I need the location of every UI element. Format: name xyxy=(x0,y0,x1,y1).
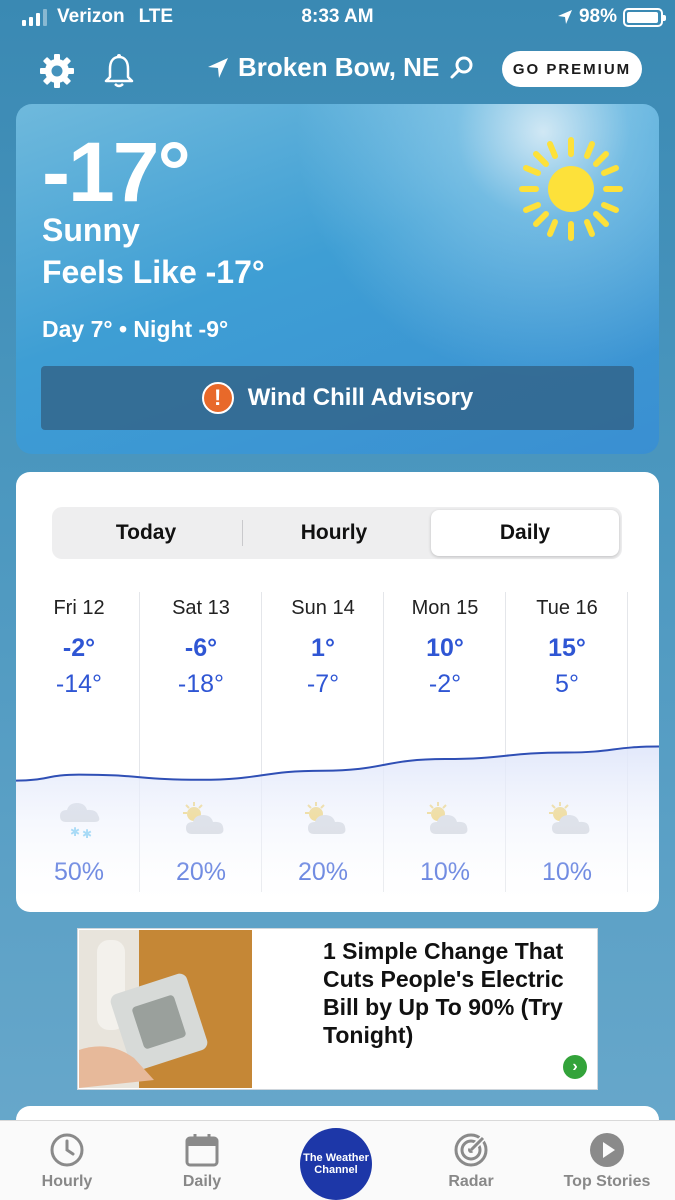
tab-radar-nav[interactable]: Radar xyxy=(416,1131,526,1191)
battery-fill xyxy=(627,11,659,23)
feels-like: Feels Like -17° xyxy=(42,254,265,290)
precip-chance: 50% xyxy=(53,858,105,886)
radar-icon xyxy=(454,1133,488,1167)
current-temperature: -17° xyxy=(42,125,191,219)
advertisement[interactable]: 1 Simple Change That Cuts People's Elect… xyxy=(77,928,598,1090)
ad-arrow-icon[interactable]: › xyxy=(563,1055,587,1079)
day-low: -14° xyxy=(55,670,103,698)
bottom-tab-bar: Hourly Daily The Weather Channel Radar T… xyxy=(0,1120,675,1200)
forecast-segmented-control: Today Hourly Daily xyxy=(52,507,622,559)
precip-chance: 20% xyxy=(175,858,227,886)
forecast-day[interactable]: Sun 14 1° -7° 20% xyxy=(262,582,384,902)
forecast-day[interactable]: Tue 16 15° 5° 10% xyxy=(506,582,628,902)
location-selector[interactable]: Broken Bow, NE xyxy=(206,52,483,83)
tab-hourly[interactable]: Hourly xyxy=(240,507,428,559)
day-name: Fri 12 xyxy=(53,597,105,619)
partly-cloudy-icon xyxy=(427,802,468,834)
current-conditions-card: -17° Sunny Feels Like -17° Day 7° • Nigh… xyxy=(16,104,659,454)
bell-icon[interactable] xyxy=(100,52,138,90)
precip-chance: 10% xyxy=(541,858,593,886)
sun-icon xyxy=(519,137,623,241)
day-high: -6° xyxy=(184,634,218,662)
day-name: Sat 13 xyxy=(172,597,230,619)
ad-photo-illustration xyxy=(79,930,252,1088)
tab-label: Radar xyxy=(448,1173,494,1190)
current-condition: Sunny xyxy=(42,212,140,248)
forecast-day-partial[interactable] xyxy=(628,582,659,902)
play-icon xyxy=(590,1133,624,1167)
forecast-day[interactable]: Fri 12 -2° -14° ✱ ✱ 50% xyxy=(18,582,140,902)
day-high: 1° xyxy=(311,634,335,662)
day-low: -18° xyxy=(177,670,225,698)
tab-label: Hourly xyxy=(41,1173,93,1190)
day-high: -2° xyxy=(62,634,96,662)
tab-today[interactable]: Today xyxy=(52,507,240,559)
calendar-icon xyxy=(185,1134,219,1167)
day-low: 5° xyxy=(555,670,579,698)
partly-cloudy-icon xyxy=(183,802,224,834)
go-premium-button[interactable]: GO PREMIUM xyxy=(502,51,642,87)
status-bar: Verizon LTE 8:33 AM 98% xyxy=(0,0,675,36)
location-services-icon xyxy=(557,10,572,24)
partly-cloudy-icon xyxy=(549,802,590,834)
battery-percent: 98% xyxy=(578,6,617,27)
status-right: 98% xyxy=(557,6,666,28)
tab-top-stories-nav[interactable]: Top Stories xyxy=(552,1131,662,1191)
tab-hourly-nav[interactable]: Hourly xyxy=(12,1131,122,1191)
battery-icon xyxy=(623,7,666,27)
day-high: 10° xyxy=(426,634,464,662)
forecast-day[interactable]: Mon 15 10° -2° 10% xyxy=(384,582,506,902)
app-header: Broken Bow, NE GO PREMIUM xyxy=(0,44,675,96)
forecast-day[interactable]: Sat 13 -6° -18° 20% xyxy=(140,582,262,902)
day-low: -7° xyxy=(306,670,340,698)
location-name: Broken Bow, NE xyxy=(238,52,440,82)
precip-chance: 20% xyxy=(297,858,349,886)
snow-cloud-icon: ✱ ✱ xyxy=(60,803,100,840)
day-name: Mon 15 xyxy=(411,597,479,619)
wind-chill-advisory-banner[interactable]: ! Wind Chill Advisory xyxy=(41,366,634,430)
day-high: 15° xyxy=(548,634,586,662)
partly-cloudy-icon xyxy=(305,802,346,834)
svg-text:✱: ✱ xyxy=(82,827,92,840)
svg-text:✱: ✱ xyxy=(70,825,80,839)
tab-label: Daily xyxy=(182,1173,222,1190)
tab-daily[interactable]: Daily xyxy=(431,510,619,556)
location-arrow-icon xyxy=(208,57,228,78)
daily-forecast-list: Fri 12 -2° -14° ✱ ✱ 50% Sat 13 -6° -18° … xyxy=(16,582,659,902)
gear-icon[interactable] xyxy=(38,52,76,90)
tab-daily-nav[interactable]: Daily xyxy=(147,1131,257,1191)
day-name: Tue 16 xyxy=(536,597,598,619)
day-low: -2° xyxy=(428,670,462,698)
tab-label: Top Stories xyxy=(563,1173,651,1190)
the-weather-channel-logo[interactable]: The Weather Channel xyxy=(300,1128,372,1200)
precip-chance: 10% xyxy=(419,858,471,886)
alert-icon: ! xyxy=(201,382,234,414)
segment-divider xyxy=(242,520,243,546)
clock-icon xyxy=(50,1133,84,1167)
ad-image xyxy=(79,930,252,1088)
day-name: Sun 14 xyxy=(291,597,355,619)
ad-headline[interactable]: 1 Simple Change That Cuts People's Elect… xyxy=(323,937,591,1049)
forecast-card: Today Hourly Daily Fri 12 -2° -14° ✱ ✱ 5… xyxy=(16,472,659,912)
search-icon[interactable] xyxy=(449,55,475,81)
advisory-label: Wind Chill Advisory xyxy=(247,384,474,411)
day-night-temps: Day 7° • Night -9° xyxy=(42,316,229,342)
